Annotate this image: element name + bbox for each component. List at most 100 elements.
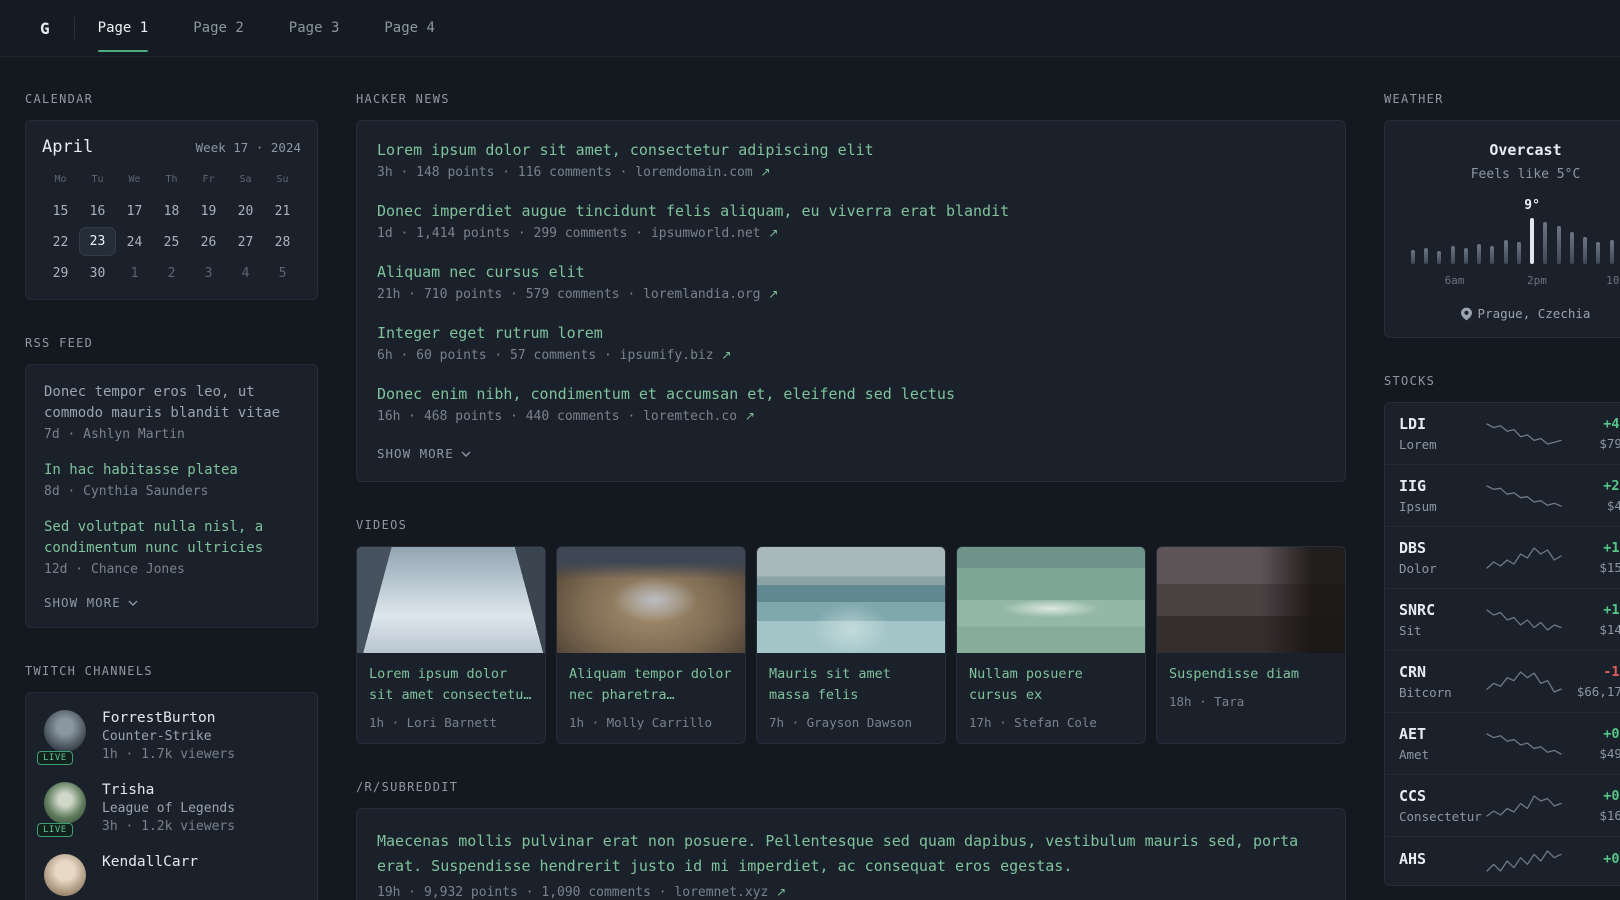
- rss-item[interactable]: Donec tempor eros leo, ut commodo mauris…: [44, 382, 299, 442]
- calendar-day[interactable]: 22: [42, 227, 79, 256]
- stock-row[interactable]: SNRC Sit +1.36% $148.64: [1385, 589, 1620, 651]
- external-link-icon[interactable]: ↗: [761, 165, 771, 179]
- weather-times: 6am 2pm 10pm: [1411, 274, 1620, 289]
- hn-item-title[interactable]: Donec imperdiet augue tincidunt felis al…: [377, 202, 1325, 220]
- channel-name[interactable]: KendallCarr: [102, 854, 198, 870]
- calendar-day[interactable]: 25: [153, 227, 190, 256]
- video-card[interactable]: Mauris sit amet massa felis 7h · Grayson…: [756, 546, 946, 744]
- tab-page-3[interactable]: Page 3: [289, 0, 340, 57]
- video-card[interactable]: Nullam posuere cursus ex 17h · Stefan Co…: [956, 546, 1146, 744]
- hn-item-domain[interactable]: ipsumify.biz: [620, 348, 714, 363]
- rss-item-title[interactable]: Sed volutpat nulla nisl, a condimentum n…: [44, 517, 299, 559]
- calendar-day[interactable]: 2: [153, 258, 190, 287]
- video-meta: 7h · Grayson Dawson: [769, 714, 912, 730]
- twitch-channel[interactable]: LIVE ForrestBurton Counter-Strike 1h · 1…: [37, 710, 299, 765]
- stock-row[interactable]: CRN Bitcorn -1.00% $66,171.48: [1385, 651, 1620, 713]
- calendar-day[interactable]: 3: [190, 258, 227, 287]
- external-link-icon[interactable]: ↗: [776, 885, 786, 899]
- calendar-day[interactable]: 19: [190, 196, 227, 225]
- calendar-day[interactable]: 20: [227, 196, 264, 225]
- channel-meta: 1h · 1.7k viewers: [102, 747, 236, 762]
- calendar-day[interactable]: 5: [264, 258, 301, 287]
- video-thumbnail[interactable]: [957, 547, 1145, 653]
- calendar-month: April: [42, 137, 94, 157]
- calendar-day[interactable]: 21: [264, 196, 301, 225]
- video-meta: 1h · Lori Barnett: [369, 714, 497, 730]
- rss-item[interactable]: Sed volutpat nulla nisl, a condimentum n…: [44, 517, 299, 577]
- hn-item-title[interactable]: Integer eget rutrum lorem: [377, 324, 1325, 342]
- stock-name: Bitcorn: [1399, 685, 1452, 700]
- video-title[interactable]: Mauris sit amet massa felis: [769, 664, 933, 706]
- video-thumbnail[interactable]: [757, 547, 945, 653]
- hn-item-domain[interactable]: ipsumworld.net: [651, 226, 761, 241]
- calendar-day[interactable]: 1: [116, 258, 153, 287]
- calendar-day[interactable]: 23: [79, 227, 116, 256]
- calendar-day[interactable]: 30: [79, 258, 116, 287]
- calendar-day[interactable]: 18: [153, 196, 190, 225]
- hn-show-more-button[interactable]: SHOW MORE: [377, 446, 1325, 461]
- hn-item-domain[interactable]: loremdomain.com: [635, 165, 752, 180]
- subreddit-post-domain[interactable]: loremnet.xyz: [674, 885, 768, 900]
- rss-item[interactable]: In hac habitasse platea 8d · Cynthia Sau…: [44, 460, 299, 499]
- subreddit-post-title[interactable]: Maecenas mollis pulvinar erat non posuer…: [377, 829, 1325, 879]
- twitch-channel[interactable]: KendallCarr: [44, 854, 299, 896]
- external-link-icon[interactable]: ↗: [721, 348, 731, 362]
- calendar-day[interactable]: 16: [79, 196, 116, 225]
- video-title[interactable]: Suspendisse diam: [1169, 664, 1333, 685]
- stock-row[interactable]: AHS +0.46%: [1385, 837, 1620, 885]
- calendar-day[interactable]: 29: [42, 258, 79, 287]
- video-thumbnail[interactable]: [1157, 547, 1345, 653]
- tab-page-1[interactable]: Page 1: [97, 0, 148, 57]
- calendar-day[interactable]: 15: [42, 196, 79, 225]
- video-card[interactable]: Aliquam tempor dolor nec pharetra… 1h · …: [556, 546, 746, 744]
- twitch-channel[interactable]: LIVE Trisha League of Legends 3h · 1.2k …: [37, 782, 299, 837]
- external-link-icon[interactable]: ↗: [745, 409, 755, 423]
- hn-item-meta: 3h · 148 points · 116 comments · loremdo…: [377, 165, 1325, 180]
- external-link-icon[interactable]: ↗: [768, 287, 778, 301]
- calendar-day[interactable]: 24: [116, 227, 153, 256]
- weather-bar: [1463, 248, 1468, 264]
- video-title[interactable]: Aliquam tempor dolor nec pharetra…: [569, 664, 733, 706]
- rss-show-more-button[interactable]: SHOW MORE: [44, 595, 299, 610]
- calendar-day[interactable]: 4: [227, 258, 264, 287]
- video-thumbnail[interactable]: [357, 547, 545, 653]
- stock-row[interactable]: CCS Consectetur +0.51% $165.84: [1385, 775, 1620, 837]
- stock-row[interactable]: DBS Dolor +1.42% $156.28: [1385, 527, 1620, 589]
- channel-name[interactable]: ForrestBurton: [102, 710, 235, 726]
- hn-item-title[interactable]: Aliquam nec cursus elit: [377, 263, 1325, 281]
- hn-item: Donec enim nibh, condimentum et accumsan…: [377, 385, 1325, 424]
- stock-row[interactable]: LDI Lorem +4.35% $795.18: [1385, 403, 1620, 465]
- calendar-day[interactable]: 26: [190, 227, 227, 256]
- tab-page-4[interactable]: Page 4: [384, 0, 435, 57]
- calendar-day[interactable]: 27: [227, 227, 264, 256]
- video-title[interactable]: Nullam posuere cursus ex: [969, 664, 1133, 706]
- calendar-grid: Mo Tu We Th Fr Sa Su 15 16 17 18 19 20 21 22 23 24 25 26 27…: [42, 167, 301, 287]
- weather-bar: [1411, 250, 1415, 264]
- tab-page-2[interactable]: Page 2: [193, 0, 244, 57]
- calendar-section: CALENDAR April Week 17 · 2024 Mo Tu We Th Fr…: [25, 92, 318, 300]
- twitch-section: TWITCH CHANNELS LIVE ForrestBurton Count…: [25, 664, 318, 900]
- video-meta: 17h · Stefan Cole: [969, 714, 1097, 730]
- hacker-news-card: Lorem ipsum dolor sit amet, consectetur …: [356, 120, 1346, 482]
- video-card[interactable]: Lorem ipsum dolor sit amet consectetu… 1…: [356, 546, 546, 744]
- calendar-day[interactable]: 17: [116, 196, 153, 225]
- rss-item-title[interactable]: In hac habitasse platea: [44, 460, 299, 481]
- right-column: WEATHER Overcast Feels like 5°C 9° 6am 2…: [1384, 92, 1620, 900]
- video-title[interactable]: Lorem ipsum dolor sit amet consectetu…: [369, 664, 533, 706]
- hn-item-title[interactable]: Lorem ipsum dolor sit amet, consectetur …: [377, 141, 1325, 159]
- hn-show-more-label: SHOW MORE: [377, 446, 454, 461]
- stock-row[interactable]: IIG Ipsum +2.84% $42.04: [1385, 465, 1620, 527]
- video-thumbnail[interactable]: [557, 547, 745, 653]
- hn-item-domain[interactable]: loremtech.co: [643, 409, 737, 424]
- external-link-icon[interactable]: ↗: [768, 226, 778, 240]
- stock-change: -1.00%: [1603, 664, 1620, 680]
- stock-row[interactable]: AET Amet +0.92% $499.72: [1385, 713, 1620, 775]
- video-card[interactable]: Suspendisse diam 18h · Tara: [1156, 546, 1346, 744]
- hn-item-title[interactable]: Donec enim nibh, condimentum et accumsan…: [377, 385, 1325, 403]
- weather-bar: 9°: [1524, 198, 1540, 264]
- rss-item-title[interactable]: Donec tempor eros leo, ut commodo mauris…: [44, 382, 299, 424]
- calendar-day[interactable]: 28: [264, 227, 301, 256]
- hn-item-domain[interactable]: loremlandia.org: [643, 287, 760, 302]
- weather-bar: [1556, 226, 1561, 264]
- channel-name[interactable]: Trisha: [102, 782, 235, 798]
